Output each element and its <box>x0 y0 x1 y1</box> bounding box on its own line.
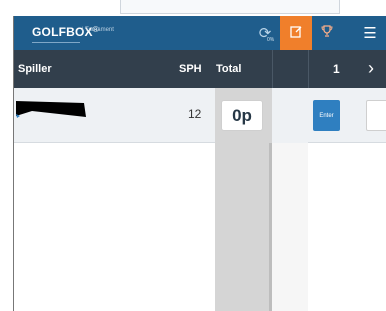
logo-subtitle: | Turnament <box>82 27 114 33</box>
top-strip <box>0 0 386 16</box>
column-header-hole: 1 <box>333 62 340 76</box>
app-window: GOLFBOX® | Turnament ⟳ 0% ☰ Spiller SPH … <box>0 0 386 311</box>
total-score: 0p <box>221 100 263 131</box>
next-hole-score-cell[interactable] <box>366 100 386 131</box>
left-border <box>6 16 14 311</box>
next-hole-arrow[interactable]: › <box>368 58 374 79</box>
header-separator <box>272 50 273 88</box>
enter-score-button[interactable]: Enter <box>313 100 340 131</box>
menu-icon: ☰ <box>363 25 377 42</box>
column-header-player: Spiller <box>18 63 52 75</box>
menu-button[interactable]: ☰ <box>354 16 386 50</box>
navbar: GOLFBOX® | Turnament ⟳ 0% ☰ <box>14 16 386 50</box>
refresh-progress: 0% <box>267 37 275 43</box>
trophy-icon <box>321 25 333 41</box>
column-header-sph: SPH <box>179 63 202 75</box>
scorecard-button[interactable] <box>280 16 312 50</box>
scorecard-header: Spiller SPH Total 1 › <box>14 50 386 88</box>
player-row: 12 0p Enter <box>14 88 386 143</box>
column-header-total: Total <box>216 63 242 75</box>
leaderboard-button[interactable] <box>312 16 342 50</box>
logo-underline <box>32 42 80 43</box>
refresh-button[interactable]: ⟳ 0% <box>250 16 280 50</box>
redacted-player-name <box>16 101 86 118</box>
scorecard-body: 12 0p Enter <box>14 88 386 311</box>
header-separator <box>308 50 309 88</box>
scorecard-icon <box>289 25 303 41</box>
top-strip-box <box>120 0 340 14</box>
sph-value: 12 <box>188 107 202 121</box>
row-gap-cell <box>272 88 308 143</box>
